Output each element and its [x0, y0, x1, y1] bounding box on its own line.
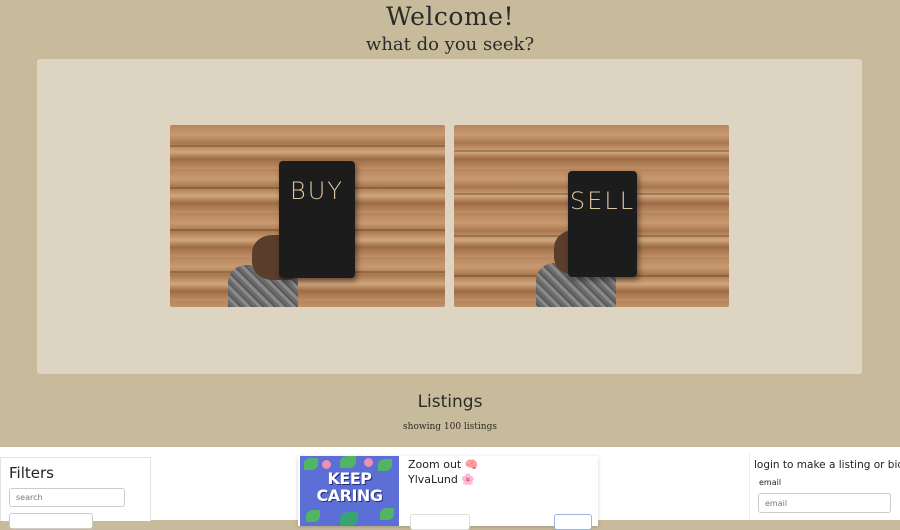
email-label: email — [759, 478, 782, 487]
buy-card: BUY — [279, 161, 355, 278]
sell-label: SELL — [569, 187, 636, 215]
page-title: Welcome! — [385, 2, 515, 31]
filter-select[interactable] — [9, 513, 93, 529]
listing-card[interactable]: KEEP CARING Zoom out 🧠 YlvaLund 🌸 — [298, 456, 598, 530]
search-input[interactable] — [9, 488, 125, 507]
login-panel: login to make a listing or bid email — [749, 453, 900, 520]
sell-option-image[interactable]: SELL — [454, 125, 729, 307]
choice-panel: BUY SELL — [37, 59, 862, 374]
email-field[interactable] — [758, 493, 891, 513]
filters-title: Filters — [9, 464, 54, 482]
listing-title[interactable]: Zoom out 🧠 — [408, 458, 478, 471]
buy-option-image[interactable]: BUY — [170, 125, 445, 307]
thumbnail-text: KEEP CARING — [316, 469, 383, 505]
listings-heading: Listings — [417, 392, 483, 412]
page-subtitle: what do you seek? — [365, 34, 535, 55]
listings-count: showing 100 listings — [403, 422, 497, 432]
buy-label: BUY — [290, 177, 344, 205]
bid-button[interactable] — [554, 514, 592, 530]
listing-thumbnail[interactable]: KEEP CARING — [300, 456, 399, 526]
sell-card: SELL — [568, 171, 637, 277]
listing-author[interactable]: YlvaLund 🌸 — [408, 473, 475, 486]
listing-action-button[interactable] — [410, 514, 470, 530]
login-title: login to make a listing or bid — [754, 459, 900, 471]
filters-sidebar: Filters — [0, 457, 151, 529]
